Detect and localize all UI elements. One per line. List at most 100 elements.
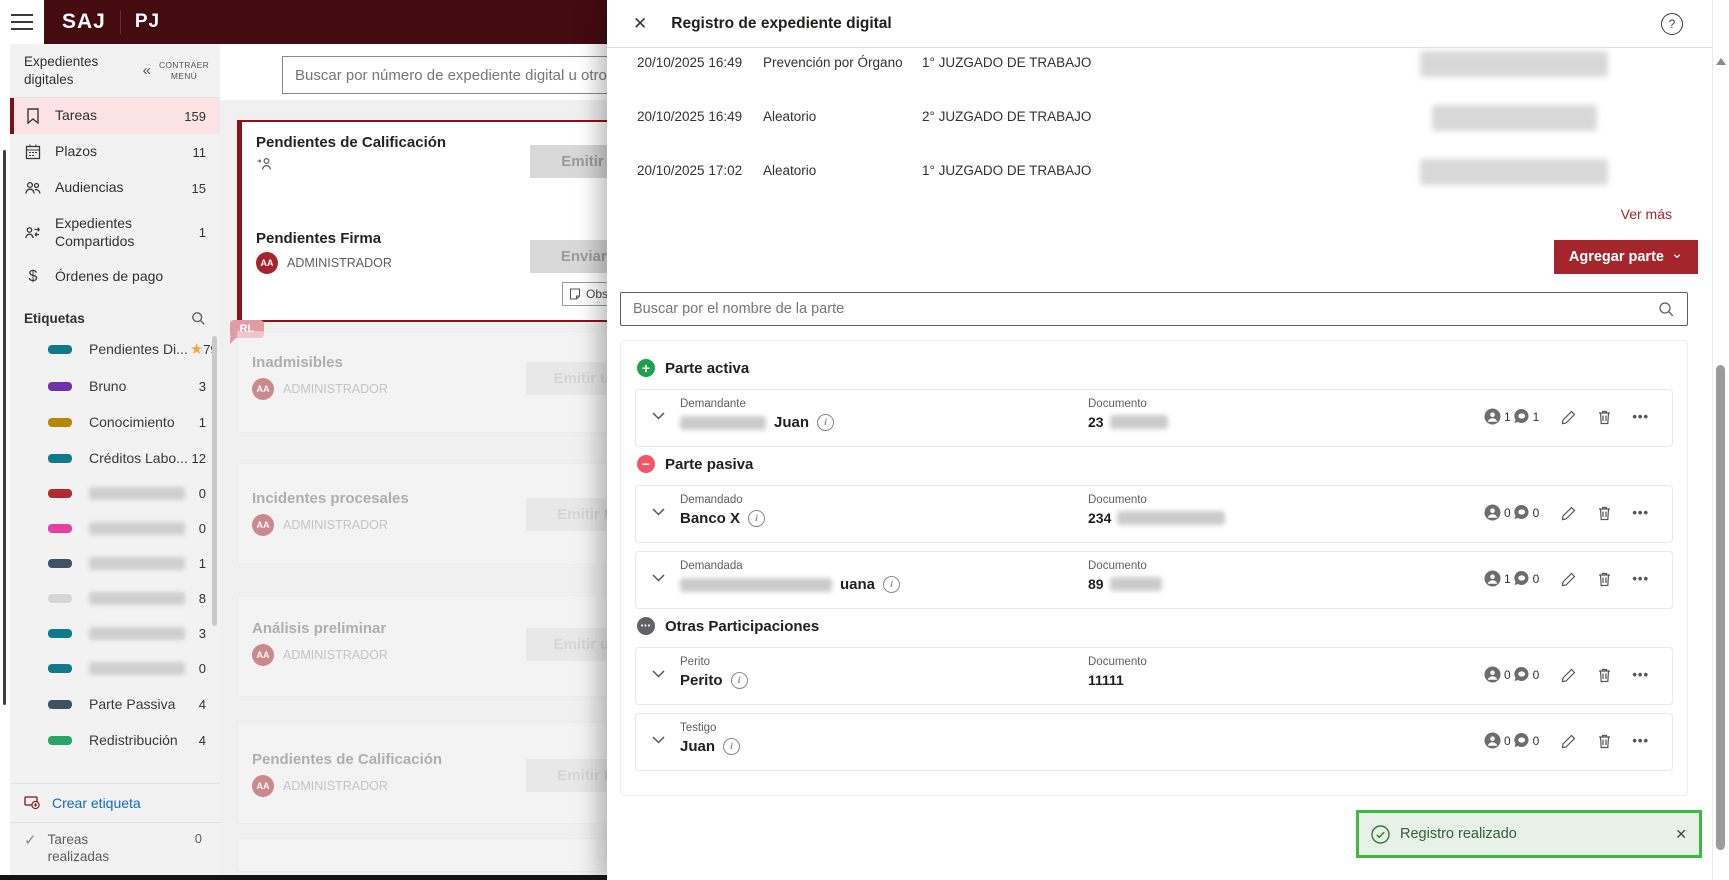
hamburger-menu-icon[interactable] — [0, 0, 44, 44]
faded-task-card[interactable]: Inadmisibles AA ADMINISTRADOR Emitir un — [237, 331, 646, 433]
sidebar-tag[interactable]: 0 — [10, 511, 220, 546]
delete-icon[interactable] — [1597, 571, 1612, 587]
party-row-demandado[interactable]: Demandado Banco X i Documento 234 0 0 ••… — [635, 485, 1673, 543]
blurred-tag-label — [89, 627, 185, 641]
create-label-link[interactable]: Crear etiqueta — [10, 782, 220, 822]
sidebar-item-tareas[interactable]: Tareas 159 — [10, 98, 220, 135]
brand-saj: SAJ — [62, 10, 106, 33]
party-row-demandante[interactable]: Demandante Juan i Documento 23 1 1 ••• — [635, 389, 1673, 447]
chat-count-icon[interactable] — [1513, 732, 1530, 749]
chevron-down-icon[interactable] — [652, 670, 665, 678]
party-role: Demandante — [680, 398, 746, 410]
faded-task-card[interactable]: Análisis preliminar AA ADMINISTRADOR Emi… — [237, 595, 646, 697]
active-task-card[interactable]: Pendientes de Calificación Emitir D Pend… — [237, 120, 662, 322]
avatar: AA — [252, 378, 274, 400]
sidebar-item-label: Plazos — [55, 143, 98, 160]
sidebar-tag[interactable]: Redistribución 4 — [10, 722, 220, 758]
sidebar-tag[interactable]: 0 — [10, 476, 220, 511]
tag-label: Parte Passiva — [89, 696, 176, 713]
tag-count: 0 — [198, 486, 206, 502]
scroll-up-arrow[interactable] — [1716, 58, 1726, 65]
edit-icon[interactable] — [1561, 733, 1577, 749]
more-options-icon[interactable]: ••• — [1632, 505, 1649, 520]
person-count-icon[interactable] — [1484, 408, 1501, 425]
chevron-down-icon[interactable] — [652, 412, 665, 420]
sidebar-item-expedientes-compartidos[interactable]: Expedientes Compartidos 1 — [10, 206, 220, 259]
chevron-down-icon[interactable] — [652, 574, 665, 582]
person-count-icon[interactable] — [1484, 570, 1501, 587]
edit-icon[interactable] — [1561, 505, 1577, 521]
search-icon[interactable] — [1658, 301, 1675, 318]
help-icon[interactable]: ? — [1661, 13, 1683, 35]
party-row-demandada[interactable]: Demandada uana i Documento 89 1 0 ••• — [635, 551, 1673, 609]
chevron-down-icon[interactable] — [652, 736, 665, 744]
info-icon[interactable]: i — [748, 510, 766, 527]
party-search-input[interactable]: Buscar por el nombre de la parte — [620, 292, 1688, 326]
section-title: Parte pasiva — [665, 455, 754, 473]
agregar-parte-button[interactable]: Agregar parte ⌄ — [1554, 240, 1698, 274]
scrollbar-thumb[interactable] — [1716, 365, 1725, 850]
tag-color-pill — [48, 594, 72, 604]
more-options-icon[interactable]: ••• — [1632, 667, 1649, 682]
sidebar-tag[interactable]: 3 — [10, 616, 220, 651]
person-count-icon[interactable] — [1484, 732, 1501, 749]
info-icon[interactable]: i — [883, 576, 901, 593]
party-role: Demandada — [680, 560, 743, 572]
tags-scrollbar[interactable] — [212, 336, 217, 627]
person-count-icon[interactable] — [1484, 666, 1501, 683]
chat-count-icon[interactable] — [1513, 408, 1530, 425]
sidebar-tag[interactable]: Pendientes Di... ★ 79 — [10, 330, 220, 368]
delete-icon[interactable] — [1597, 733, 1612, 749]
info-icon[interactable]: i — [730, 672, 748, 689]
tag-count: 1 — [198, 414, 206, 430]
documento-value: 11111 — [1088, 672, 1124, 688]
sidebar-tag[interactable]: Bruno 3 — [10, 368, 220, 404]
sidebar-item-ordenes-de-pago[interactable]: $ Órdenes de pago — [10, 259, 220, 295]
toast-close-icon[interactable]: ✕ — [1675, 826, 1687, 843]
chat-count-icon[interactable] — [1513, 570, 1530, 587]
sidebar-tag[interactable]: Parte Passiva 4 — [10, 686, 220, 722]
edit-icon[interactable] — [1561, 667, 1577, 683]
registry-datetime: 20/10/2025 17:02 — [637, 163, 743, 178]
chat-count-icon[interactable] — [1513, 666, 1530, 683]
page-scrollbar[interactable] — [1712, 0, 1729, 880]
sidebar-tag[interactable]: Conocimiento 1 — [10, 404, 220, 440]
more-options-icon[interactable]: ••• — [1632, 571, 1649, 586]
chevron-down-icon[interactable] — [652, 508, 665, 516]
info-icon[interactable]: i — [817, 414, 835, 431]
task-title: Pendientes Firma — [256, 230, 382, 247]
sidebar-tag[interactable]: 1 — [10, 546, 220, 581]
sidebar-tag[interactable]: Créditos Labo... 12 — [10, 440, 220, 476]
edit-icon[interactable] — [1561, 409, 1577, 425]
faded-task-card[interactable]: Pendientes de Calificación AA ADMINISTRA… — [237, 722, 646, 824]
sidebar: Expedientes digitales « CONTRAER MENÚ Ta… — [0, 44, 221, 880]
close-icon[interactable]: ✕ — [633, 14, 647, 34]
chat-count-icon[interactable] — [1513, 504, 1530, 521]
sidebar-tag[interactable]: 8 — [10, 581, 220, 616]
blurred-name — [680, 577, 832, 592]
delete-icon[interactable] — [1597, 409, 1612, 425]
section-title: Otras Participaciones — [665, 617, 820, 635]
ver-mas-link[interactable]: Ver más — [1621, 206, 1672, 222]
faded-task-card[interactable]: Incidentes procesales AA ADMINISTRADOR E… — [237, 463, 646, 565]
party-role: Testigo — [680, 722, 717, 734]
sidebar-scrollbar[interactable] — [3, 150, 6, 705]
more-options-icon[interactable]: ••• — [1632, 409, 1649, 424]
info-icon[interactable]: i — [723, 738, 741, 755]
task-title: Pendientes de Calificación — [256, 134, 447, 151]
collapse-menu-button[interactable]: « CONTRAER MENÚ — [143, 60, 212, 82]
sidebar-item-audiencias[interactable]: Audiencias 15 — [10, 170, 220, 206]
person-count-icon[interactable] — [1484, 504, 1501, 521]
delete-icon[interactable] — [1597, 667, 1612, 683]
delete-icon[interactable] — [1597, 505, 1612, 521]
sidebar-tag[interactable]: 0 — [10, 651, 220, 686]
edit-icon[interactable] — [1561, 571, 1577, 587]
done-tasks-item[interactable]: ✓ Tareas realizadas 0 — [10, 821, 220, 875]
party-row-testigo[interactable]: Testigo Juan i 0 0 ••• — [635, 713, 1673, 771]
sidebar-item-plazos[interactable]: Plazos 11 — [10, 134, 220, 170]
search-icon[interactable] — [191, 311, 206, 326]
tag-color-pill — [48, 381, 72, 391]
registry-type: Aleatorio — [763, 163, 817, 178]
more-options-icon[interactable]: ••• — [1632, 733, 1649, 748]
party-row-perito[interactable]: Perito Perito i Documento 11111 0 0 ••• — [635, 647, 1673, 705]
